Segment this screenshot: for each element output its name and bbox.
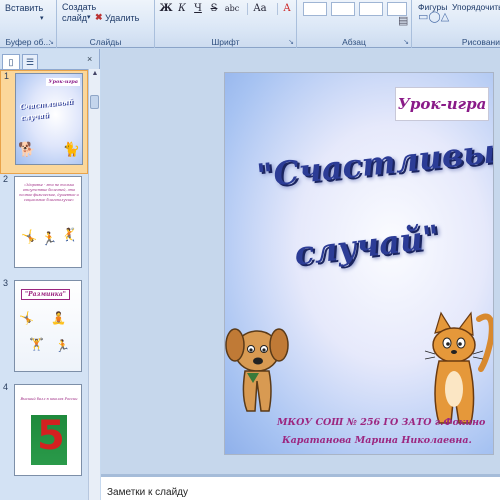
thumb-text: «Здоровье - это не только отсутствие бол… [19,183,79,202]
thumb-text: "Разминка" [21,289,70,300]
slide-thumbnail-2[interactable]: 2 «Здоровье - это не только отсутствие б… [0,174,88,278]
font-group: Ж К Ч S abc Aa A Шрифт ↘ [155,0,297,48]
font-group-label: Шрифт [211,37,240,47]
dog-icon: 🐕 [18,141,36,157]
scroll-up-icon[interactable]: ▲ [90,70,100,80]
align-right-button[interactable] [359,2,383,16]
exercising-figure-icon: 🏋 [29,337,44,351]
slide-thumbnail-image: Высший балл в школах России 5 [14,384,82,476]
slides-group-label: Слайды [89,37,122,47]
slide-badge[interactable]: Урок-игра [395,87,489,121]
running-figure-icon: 🏃 [55,339,70,353]
thumb-badge: Урок-игра [46,78,80,86]
insert-button[interactable]: Вставить [5,3,43,13]
slide-number: 2 [3,174,9,184]
exercising-figure-icon: 🧘 [51,311,66,325]
tab-outline[interactable]: ☰ [22,54,38,69]
delete-icon[interactable]: ✖ [95,12,103,22]
new-slide-button[interactable]: Создать [62,2,96,12]
slide-thumbnail-image: "Разминка" 🤸 🧘 🏋 🏃 [14,280,82,372]
slide-title-line-1[interactable]: "Счастливый [255,130,493,195]
slide-number: 4 [3,382,9,392]
shapes-gallery-icon[interactable]: ▭◯△ [418,12,449,23]
justify-button[interactable] [387,2,407,16]
shadow-button[interactable]: abc [223,2,241,16]
slide-thumbnail-1[interactable]: 1 Урок-игра Счастливый случай 🐕 🐈 [0,70,88,174]
change-case-button[interactable]: Aa [251,2,269,16]
delete-button[interactable]: Удалить [105,13,139,23]
slide-thumbnail-image: Урок-игра Счастливый случай 🐕 🐈 [15,73,83,165]
thumb-text: Высший балл в школах России [20,397,78,401]
running-figure-icon: 🏃 [41,231,58,246]
align-center-button[interactable] [331,2,355,16]
dog-illustration [225,328,289,412]
italic-button[interactable]: К [175,2,189,16]
chevron-down-icon[interactable]: ▾ [87,13,91,23]
slides-panel: ▯ ☰ × 1 Урок-игра Счастливый случай 🐕 🐈 … [0,49,100,500]
thumb-title: Счастливый случай [19,96,74,123]
slides-group: Создать слайд ▾ ✖ Удалить Слайды [57,0,155,48]
notes-pane[interactable]: Заметки к слайду [101,474,500,500]
current-slide[interactable]: Урок-игра "Счастливый случай" МКОУ СОШ №… [224,72,494,455]
slide-thumbnail-4[interactable]: 4 Высший балл в школах России 5 [0,382,88,486]
close-icon[interactable]: × [87,54,92,64]
slide-title-line-2[interactable]: случай" [292,218,441,273]
exercising-figure-icon: 🤾 [61,227,78,242]
digit-five-glyph: 5 [37,413,65,459]
dialog-launcher-icon[interactable]: ↘ [288,38,294,46]
clipboard-group: Вставить ▾ Буфер об... ↘ [0,0,57,48]
cat-illustration [424,311,493,424]
font-color-icon[interactable]: A [280,2,294,16]
paragraph-group: Абзац ↘ [297,0,412,48]
thumbnail-scrollbar[interactable]: ▲ [88,69,100,500]
divider [247,3,248,15]
paragraph-group-label: Абзац [342,37,366,47]
drawing-group: Фигуры Упорядочить ▭◯△ Рисовани [412,0,500,48]
new-slide-button-line2[interactable]: слайд [62,13,87,23]
exercising-figure-icon: 🤸 [21,229,38,244]
cat-icon: 🐈 [62,141,80,157]
slide-caption-author[interactable]: Каратанова Марина Николаевна. [282,435,472,446]
arrange-button[interactable]: Упорядочить [452,2,500,12]
divider [277,3,278,15]
number-five-image: 5 [31,413,67,465]
slide-thumbnail-image: «Здоровье - это не только отсутствие бол… [14,176,82,268]
slide-thumbnail-3[interactable]: 3 "Разминка" 🤸 🧘 🏋 🏃 [0,278,88,382]
align-left-button[interactable] [303,2,327,16]
exercising-figure-icon: 🤸 [19,311,34,325]
bold-button[interactable]: Ж [159,2,173,16]
dialog-launcher-icon[interactable]: ↘ [48,38,54,46]
scrollbar-thumb[interactable] [90,95,99,109]
slide-number: 1 [4,71,10,81]
notes-placeholder: Заметки к слайду [107,487,188,498]
smartart-icon[interactable]: ▤ [398,16,408,27]
dialog-launcher-icon[interactable]: ↘ [403,38,409,46]
slide-caption-school[interactable]: МКОУ СОШ № 256 ГО ЗАТО г.Фокино [277,417,485,428]
slide-editor: Урок-игра "Счастливый случай" МКОУ СОШ №… [101,49,500,474]
ribbon: Вставить ▾ Буфер об... ↘ Создать слайд ▾… [0,0,500,48]
underline-button[interactable]: Ч [191,2,205,16]
slide-number: 3 [3,278,9,288]
drawing-group-label: Рисовани [461,37,500,47]
tab-slides[interactable]: ▯ [2,54,20,69]
strikethrough-button[interactable]: S [207,2,221,16]
slide-thumbnail-list: 1 Урок-игра Счастливый случай 🐕 🐈 2 «Здо… [0,69,88,500]
chevron-down-icon[interactable]: ▾ [40,14,44,24]
